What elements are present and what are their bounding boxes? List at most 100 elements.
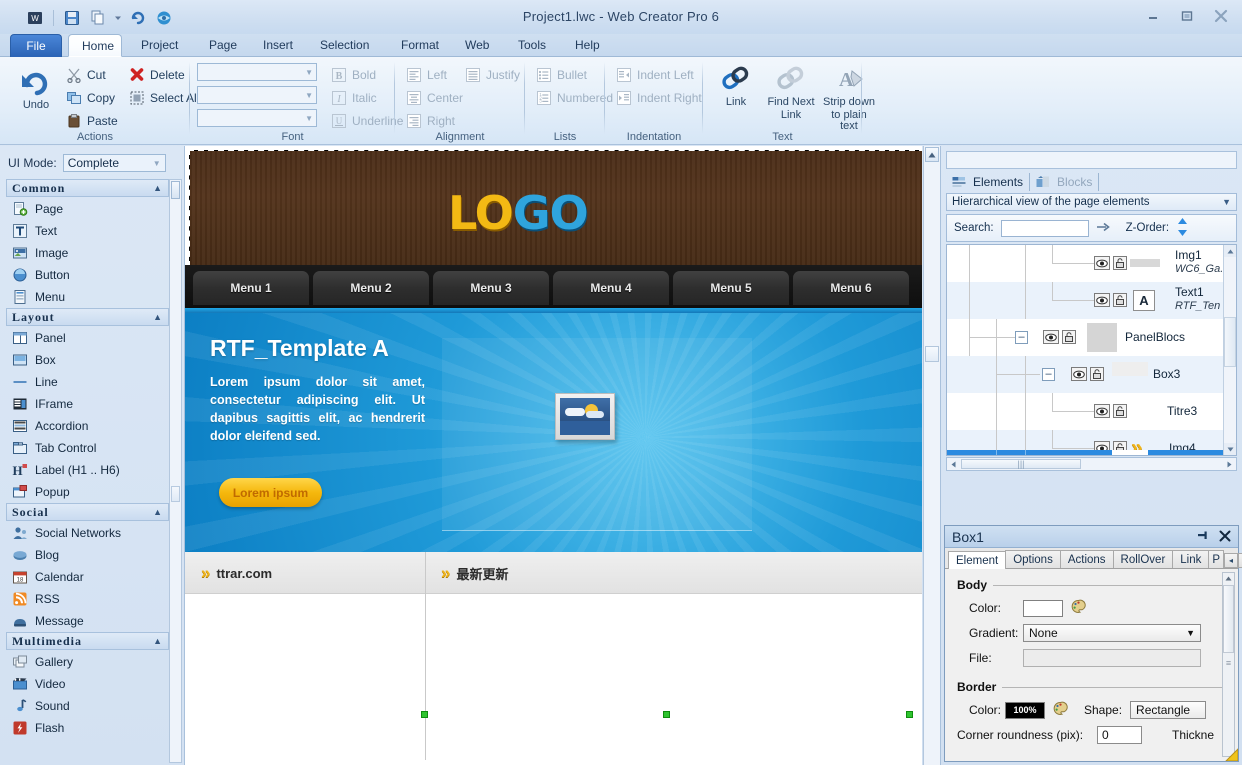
tree-hscroll-right-button[interactable] <box>1223 458 1236 470</box>
tool-item-line[interactable]: Line <box>6 371 169 393</box>
prop-tab-element[interactable]: Element <box>948 551 1007 569</box>
prop-tab-link[interactable]: Link <box>1172 550 1210 568</box>
close-button[interactable] <box>1210 8 1232 24</box>
tool-item-iframe[interactable]: IFrame <box>6 393 169 415</box>
toolbox-group-multimedia[interactable]: Multimedia ▲ <box>6 632 169 650</box>
strip-cell-2[interactable]: » 最新更新 <box>425 552 905 594</box>
visibility-toggle[interactable] <box>1094 293 1110 307</box>
tool-item-gallery[interactable]: Gallery <box>6 651 169 673</box>
indent-left-button[interactable]: Indent Left <box>613 65 697 85</box>
toolbox-group-social[interactable]: Social ▲ <box>6 503 169 521</box>
tab-file[interactable]: File <box>10 34 62 57</box>
tool-item-blog[interactable]: Blog <box>6 544 169 566</box>
elements-tree[interactable]: Img1 WC6_Ga. A Text1 RTF_Ten – PanelBloc… <box>946 244 1237 456</box>
properties-scroll-thumb[interactable] <box>1223 585 1234 653</box>
tool-item-page[interactable]: Page <box>6 198 169 220</box>
tool-item-tab-control[interactable]: Tab Control <box>6 437 169 459</box>
lock-toggle[interactable] <box>1113 256 1127 270</box>
nav-item-5[interactable]: Menu 5 <box>673 271 789 305</box>
properties-scroll-up-button[interactable] <box>1223 573 1234 584</box>
close-icon[interactable] <box>1219 529 1231 545</box>
delete-button[interactable]: Delete <box>126 65 188 85</box>
tree-hscroll-thumb[interactable]: ||| <box>961 459 1081 469</box>
tree-expander[interactable]: – <box>1042 368 1055 381</box>
roundness-input[interactable]: 0 <box>1097 726 1142 744</box>
tool-item-rss[interactable]: RSS <box>6 588 169 610</box>
tool-item-button[interactable]: Button <box>6 264 169 286</box>
tree-horizontal-scrollbar[interactable]: ||| <box>946 457 1237 471</box>
prop-tab-options[interactable]: Options <box>1005 550 1061 568</box>
toolbox-group-common[interactable]: Common ▲ <box>6 179 169 197</box>
tree-scroll-thumb[interactable] <box>1224 317 1236 367</box>
hierarchy-view-dropdown[interactable]: Hierarchical view of the page elements ▼ <box>946 193 1237 211</box>
hero-section[interactable]: RTF_Template A Lorem ipsum dolor sit ame… <box>185 313 922 552</box>
lock-toggle[interactable] <box>1090 367 1104 381</box>
tool-item-text[interactable]: Text <box>6 220 169 242</box>
tab-web[interactable]: Web <box>452 34 502 57</box>
tool-item-social-networks[interactable]: Social Networks <box>6 522 169 544</box>
tab-elements[interactable]: Elements <box>946 173 1031 191</box>
tool-item-menu[interactable]: Menu <box>6 286 169 308</box>
nav-item-1[interactable]: Menu 1 <box>193 271 309 305</box>
tab-help[interactable]: Help <box>562 34 613 57</box>
tab-home[interactable]: Home <box>68 34 122 57</box>
align-center-button[interactable]: Center <box>403 88 466 108</box>
toolbox-scroll-thumb[interactable] <box>171 486 180 502</box>
border-color-swatch[interactable]: 100% <box>1005 701 1045 719</box>
tree-scroll-up-button[interactable] <box>1224 245 1236 257</box>
font-size-combo[interactable]: ▼ <box>197 86 317 104</box>
hero-image-placeholder[interactable] <box>555 393 615 440</box>
tab-format[interactable]: Format <box>388 34 452 57</box>
search-go-icon[interactable] <box>1096 221 1111 236</box>
selection-handle-tr[interactable] <box>906 711 913 718</box>
tool-item-sound[interactable]: Sound <box>6 695 169 717</box>
nav-item-2[interactable]: Menu 2 <box>313 271 429 305</box>
strip-cell-1[interactable]: » ttrar.com <box>185 552 425 594</box>
color-picker-icon-2[interactable] <box>1053 701 1068 719</box>
cut-button[interactable]: Cut <box>63 65 109 85</box>
file-input[interactable] <box>1023 649 1201 667</box>
tab-page[interactable]: Page <box>196 34 250 57</box>
shape-select[interactable]: Rectangle <box>1130 701 1207 719</box>
find-next-link-button[interactable]: Find Next Link <box>763 65 819 121</box>
tool-item-label[interactable]: H Label (H1 .. H6) <box>6 459 169 481</box>
resize-grip[interactable] <box>1222 745 1238 761</box>
indent-right-button[interactable]: Indent Right <box>613 88 705 108</box>
table-row[interactable]: Img1 WC6_Ga. <box>947 245 1236 282</box>
visibility-toggle[interactable] <box>1071 367 1087 381</box>
prop-tab-p[interactable]: P <box>1208 550 1225 568</box>
align-justify-button[interactable]: Justify <box>462 65 523 85</box>
link-button[interactable]: Link <box>708 65 764 108</box>
canvas-scroll-thumb[interactable] <box>925 346 939 362</box>
ui-mode-select[interactable]: Complete ▼ <box>62 154 166 172</box>
toolbox-group-layout[interactable]: Layout ▲ <box>6 308 169 326</box>
italic-button[interactable]: I Italic <box>328 88 380 108</box>
bullet-list-button[interactable]: Bullet <box>533 65 590 85</box>
tool-item-calendar[interactable]: 18 Calendar <box>6 566 169 588</box>
nav-item-6[interactable]: Menu 6 <box>793 271 909 305</box>
maximize-button[interactable] <box>1176 8 1198 24</box>
table-row[interactable]: Titre3 <box>947 393 1236 430</box>
table-row[interactable]: – Box3 <box>947 356 1236 393</box>
content-below-area[interactable] <box>185 594 922 760</box>
visibility-toggle[interactable] <box>1094 404 1110 418</box>
toolbox-scrollbar[interactable] <box>169 179 182 763</box>
bold-button[interactable]: B Bold <box>328 65 379 85</box>
tree-scroll-down-button[interactable] <box>1224 443 1236 455</box>
prop-tabs-prev-button[interactable]: ◂ <box>1224 553 1239 568</box>
align-left-button[interactable]: Left <box>403 65 450 85</box>
tool-item-panel[interactable]: Panel <box>6 327 169 349</box>
tree-hscroll-left-button[interactable] <box>947 458 960 470</box>
visibility-toggle[interactable] <box>1043 330 1059 344</box>
tool-item-popup[interactable]: Popup <box>6 481 169 503</box>
tool-item-image[interactable]: Image <box>6 242 169 264</box>
pin-icon[interactable] <box>1196 528 1210 545</box>
prop-tab-rollover[interactable]: RollOver <box>1112 550 1174 568</box>
font-family-combo[interactable]: ▼ <box>197 63 317 81</box>
prop-tab-actions[interactable]: Actions <box>1059 550 1114 568</box>
design-canvas[interactable]: LOGO Menu 1 Menu 2 Menu 3 Menu 4 Menu 5 … <box>185 146 922 765</box>
align-right-button[interactable]: Right <box>403 111 458 131</box>
canvas-vertical-scrollbar[interactable] <box>923 146 940 765</box>
zorder-updown-icon[interactable] <box>1176 217 1189 240</box>
tab-selection[interactable]: Selection <box>307 34 382 57</box>
